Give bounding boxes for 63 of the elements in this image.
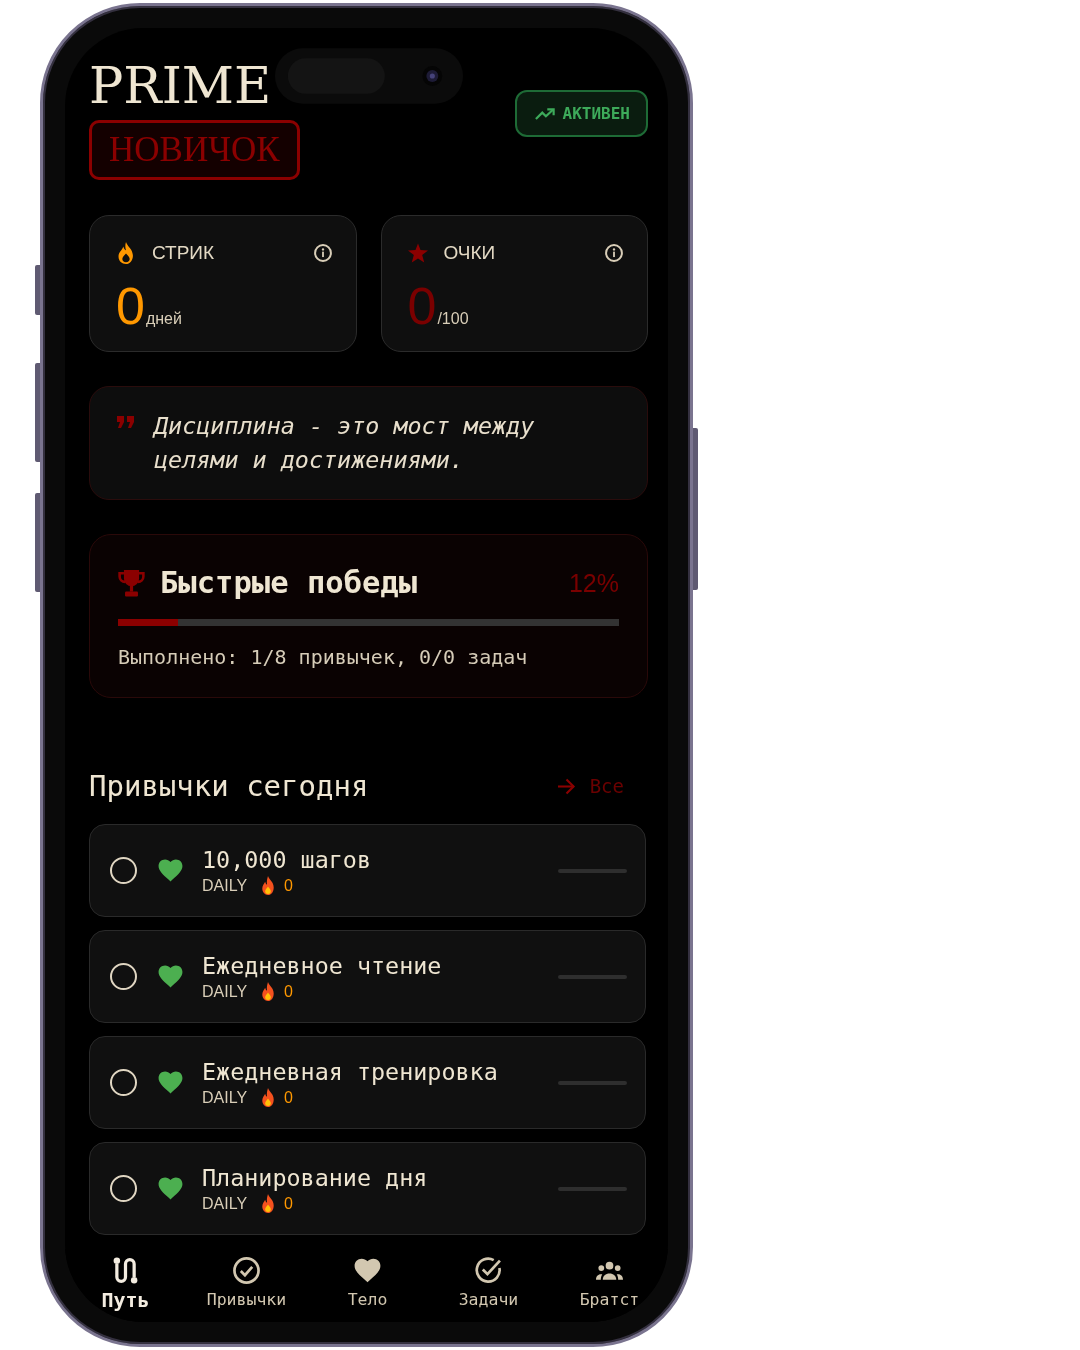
habit-title: Ежедневная тренировка [202,1057,498,1086]
flame-icon [116,242,136,264]
check-circle-icon [475,1257,502,1284]
fire-icon [261,1194,276,1213]
route-icon [112,1257,139,1284]
rank-badge: НОВИЧОК [89,120,300,180]
info-icon[interactable] [313,244,332,262]
trending-up-icon [534,107,555,120]
quote-mark-icon [117,416,135,428]
habit-title: 10,000 шагов [202,845,371,874]
heart-icon [158,965,183,988]
streak-count: 0 [284,981,293,1002]
frequency-label: DAILY [202,1193,248,1214]
progress-track [558,974,627,979]
progress-track [558,868,627,873]
streak-count: 0 [284,875,293,896]
info-icon[interactable] [605,244,623,262]
streak-count: 0 [284,1087,293,1108]
checkbox[interactable] [110,1069,137,1096]
nav-tab[interactable]: Привычки [186,1257,307,1310]
quote-text: Дисциплина - это мост между целями и достижениями. [154,411,536,476]
heart-icon [158,859,183,882]
check-circle-icon [233,1257,260,1284]
nav-tab[interactable]: Задачи [428,1257,549,1310]
heart-icon [354,1257,381,1284]
heart-icon [158,1177,183,1200]
trophy-icon [118,569,145,597]
checkbox[interactable] [110,1175,137,1202]
habit-card[interactable]: Ежедневное чтение DAILY 0 [89,930,646,1023]
section-title: Привычки сегодня [89,768,369,804]
stat-unit: /100 [437,310,469,328]
fire-icon [261,982,276,1001]
stat-unit: дней [145,310,182,328]
fire-icon [261,876,276,895]
quick-wins-title: Быстрые победы [160,565,418,601]
stat-label: ОЧКИ [443,241,496,265]
progress-percent: 12% [568,568,619,598]
habit-card[interactable]: Ежедневная тренировка DAILY 0 [89,1036,646,1129]
nav-tab[interactable]: Братст [549,1257,668,1310]
stat-value: 0 [116,276,145,336]
streak-count: 0 [284,1193,293,1214]
checkbox[interactable] [110,857,137,884]
fire-icon [261,1088,276,1107]
frequency-label: DAILY [202,1087,248,1108]
habit-title: Ежедневное чтение [202,951,442,980]
habit-card[interactable]: 10,000 шагов DAILY 0 [89,824,646,917]
heart-icon [158,1071,183,1094]
frequency-label: DAILY [202,875,248,896]
frequency-label: DAILY [202,981,248,1002]
nav-tab[interactable]: Тело [307,1257,428,1310]
stat-value: 0 [407,276,437,336]
star-icon [407,242,428,264]
app-title: PRIME [89,55,272,117]
stat-label: СТРИК [152,241,215,265]
habit-card[interactable]: Планирование дня DAILY 0 [89,1142,646,1235]
arrow-right-icon [556,777,576,795]
checkbox[interactable] [110,963,137,990]
progress-summary: Выполнено: 1/8 привычек, 0/0 задач [118,645,529,669]
nav-tab[interactable]: Путь [65,1257,186,1310]
habit-title: Планирование дня [202,1163,428,1192]
progress-track [558,1186,627,1191]
progress-track [558,1080,627,1085]
status-label: АКТИВЕН [562,103,630,124]
